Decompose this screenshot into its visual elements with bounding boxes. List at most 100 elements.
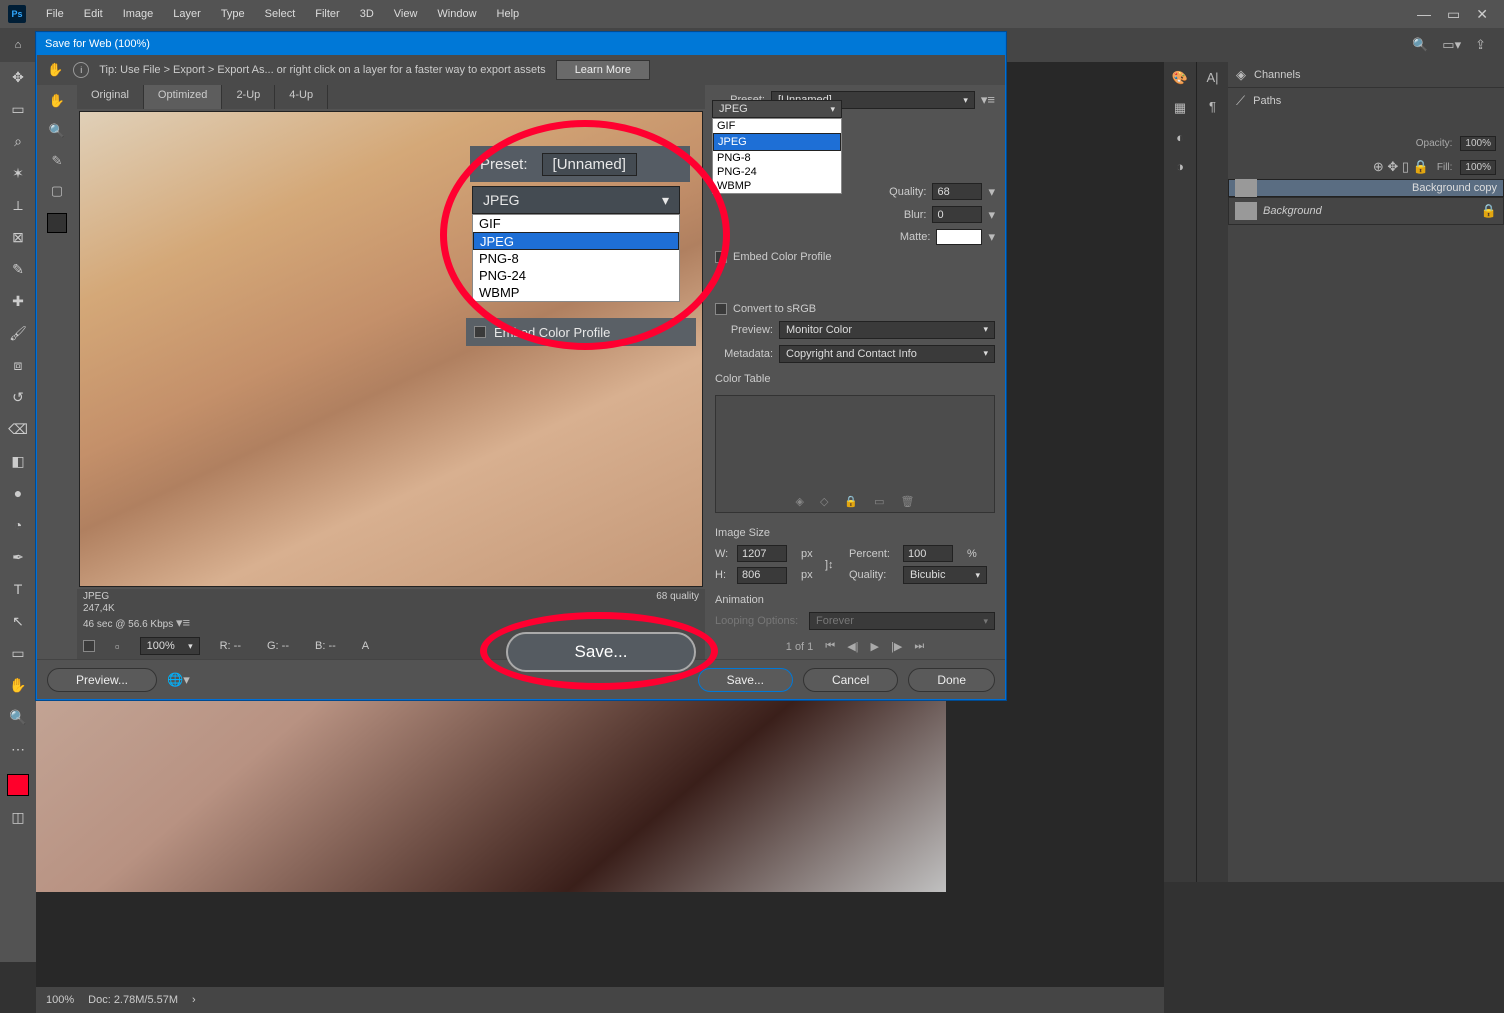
menu-file[interactable]: File: [38, 4, 72, 24]
search-icon[interactable]: 🔍: [1412, 37, 1428, 53]
foreground-color[interactable]: [7, 774, 29, 796]
pen-tool-icon[interactable]: ✒: [7, 546, 29, 568]
format-option-gif[interactable]: GIF: [713, 119, 841, 133]
menu-help[interactable]: Help: [489, 4, 528, 24]
wand-tool-icon[interactable]: ✶: [7, 162, 29, 184]
sfw-color-swatch[interactable]: [47, 213, 67, 233]
format-option-png24[interactable]: PNG-24: [713, 165, 841, 179]
adjustments-panel-icon[interactable]: ◐: [1176, 130, 1184, 145]
menu-layer[interactable]: Layer: [165, 4, 209, 24]
status-zoom[interactable]: 100%: [46, 994, 74, 1006]
done-button[interactable]: Done: [908, 668, 995, 692]
overlay-format-select[interactable]: JPEG▾: [472, 186, 680, 214]
paths-tab[interactable]: Paths: [1253, 95, 1281, 107]
menu-filter[interactable]: Filter: [307, 4, 347, 24]
lock-icons[interactable]: ⊕ ✥ ▯ 🔒: [1373, 159, 1429, 175]
ct-lock-icon[interactable]: 🔒: [844, 495, 858, 508]
eyedropper-tool-icon[interactable]: ✎: [7, 258, 29, 280]
browser-icon[interactable]: 🌐▾: [167, 672, 190, 688]
styles-panel-icon[interactable]: ◑: [1176, 159, 1184, 174]
menu-3d[interactable]: 3D: [352, 4, 382, 24]
blur-tool-icon[interactable]: ●: [7, 482, 29, 504]
format-option-png8[interactable]: PNG-8: [713, 151, 841, 165]
hand-tool-icon[interactable]: ✋: [7, 674, 29, 696]
format-option-jpeg[interactable]: JPEG: [713, 133, 841, 151]
history-brush-icon[interactable]: ↺: [7, 386, 29, 408]
matte-swatch[interactable]: [936, 229, 982, 245]
swatches-panel-icon[interactable]: ▦: [1174, 100, 1186, 116]
overlay-option-png24[interactable]: PNG-24: [473, 267, 679, 284]
home-icon[interactable]: ⌂: [6, 33, 30, 57]
first-frame-icon[interactable]: ⏮: [825, 640, 835, 653]
cancel-button[interactable]: Cancel: [803, 668, 898, 692]
sfw-zoom-icon[interactable]: 🔍: [49, 123, 65, 139]
save-button[interactable]: Save...: [698, 668, 793, 692]
marquee-tool-icon[interactable]: ▭: [7, 98, 29, 120]
last-frame-icon[interactable]: ⏭: [914, 640, 924, 653]
tab-original[interactable]: Original: [77, 85, 144, 109]
preview-area[interactable]: [79, 111, 703, 587]
zoom-tool-icon[interactable]: 🔍: [7, 706, 29, 728]
stamp-tool-icon[interactable]: ⧈: [7, 354, 29, 376]
paragraph-panel-icon[interactable]: A|: [1206, 70, 1218, 85]
menu-icon[interactable]: ▾≡: [176, 615, 190, 630]
srgb-checkbox[interactable]: [715, 303, 727, 315]
healing-tool-icon[interactable]: ✚: [7, 290, 29, 312]
blur-input[interactable]: [932, 206, 982, 223]
move-tool-icon[interactable]: ✥: [7, 66, 29, 88]
width-input[interactable]: [737, 545, 787, 562]
character-panel-icon[interactable]: ¶: [1209, 99, 1216, 114]
link-icon[interactable]: ]↕: [825, 559, 845, 571]
prev-frame-icon[interactable]: ◀|: [847, 640, 858, 653]
quickmask-icon[interactable]: ◫: [7, 806, 29, 828]
overlay-option-gif[interactable]: GIF: [473, 215, 679, 232]
opacity-value[interactable]: 100%: [1460, 136, 1496, 151]
layer-row-bg[interactable]: Background 🔒: [1228, 197, 1504, 225]
sfw-eyedrop-icon[interactable]: ✎: [52, 153, 63, 169]
maximize-icon[interactable]: ▭: [1447, 6, 1460, 23]
frame-tool-icon[interactable]: ⊠: [7, 226, 29, 248]
metadata-select[interactable]: Copyright and Contact Info: [779, 345, 995, 363]
minimize-icon[interactable]: —: [1417, 6, 1431, 23]
checkbox[interactable]: [83, 640, 95, 652]
preview-select[interactable]: Monitor Color: [779, 321, 995, 339]
workspace-icon[interactable]: ▭▾: [1442, 37, 1461, 53]
menu-view[interactable]: View: [386, 4, 426, 24]
tab-2up[interactable]: 2-Up: [222, 85, 275, 109]
embed-checkbox[interactable]: [715, 251, 727, 263]
preset-menu-icon[interactable]: ▾≡: [981, 92, 995, 108]
overlay-option-jpeg[interactable]: JPEG: [473, 232, 679, 250]
preview-button[interactable]: Preview...: [47, 668, 157, 692]
overlay-option-wbmp[interactable]: WBMP: [473, 284, 679, 301]
path-tool-icon[interactable]: ↖: [7, 610, 29, 632]
menu-select[interactable]: Select: [257, 4, 304, 24]
fill-value[interactable]: 100%: [1460, 160, 1496, 175]
tab-4up[interactable]: 4-Up: [275, 85, 328, 109]
share-icon[interactable]: ⇪: [1475, 37, 1486, 53]
menu-window[interactable]: Window: [429, 4, 484, 24]
layer-row-bgcopy[interactable]: Background copy: [1228, 179, 1504, 197]
sfw-slice-icon[interactable]: ▢: [51, 183, 63, 199]
arrow-down-icon[interactable]: ▾: [988, 207, 995, 223]
ct-icon[interactable]: ◈: [795, 495, 803, 508]
rectangle-tool-icon[interactable]: ▭: [7, 642, 29, 664]
percent-input[interactable]: [903, 545, 953, 562]
hand-icon[interactable]: ✋: [47, 62, 63, 78]
learn-more-button[interactable]: Learn More: [556, 60, 650, 80]
overlay-save-button[interactable]: Save...: [506, 632, 696, 672]
arrow-down-icon[interactable]: ▾: [988, 184, 995, 200]
crop-tool-icon[interactable]: ⟂: [7, 194, 29, 216]
slice-toggle-icon[interactable]: ▫: [115, 639, 120, 654]
play-icon[interactable]: ▶: [871, 640, 879, 653]
format-select[interactable]: JPEG: [712, 100, 842, 118]
ct-icon[interactable]: ◇: [820, 495, 828, 508]
type-tool-icon[interactable]: T: [7, 578, 29, 600]
menu-edit[interactable]: Edit: [76, 4, 111, 24]
tab-optimized[interactable]: Optimized: [144, 85, 223, 109]
status-arrow-icon[interactable]: ›: [192, 994, 196, 1006]
menu-type[interactable]: Type: [213, 4, 253, 24]
menu-image[interactable]: Image: [115, 4, 162, 24]
channels-tab[interactable]: Channels: [1254, 69, 1300, 81]
sfw-hand-icon[interactable]: ✋: [49, 93, 65, 109]
arrow-down-icon[interactable]: ▾: [988, 229, 995, 245]
